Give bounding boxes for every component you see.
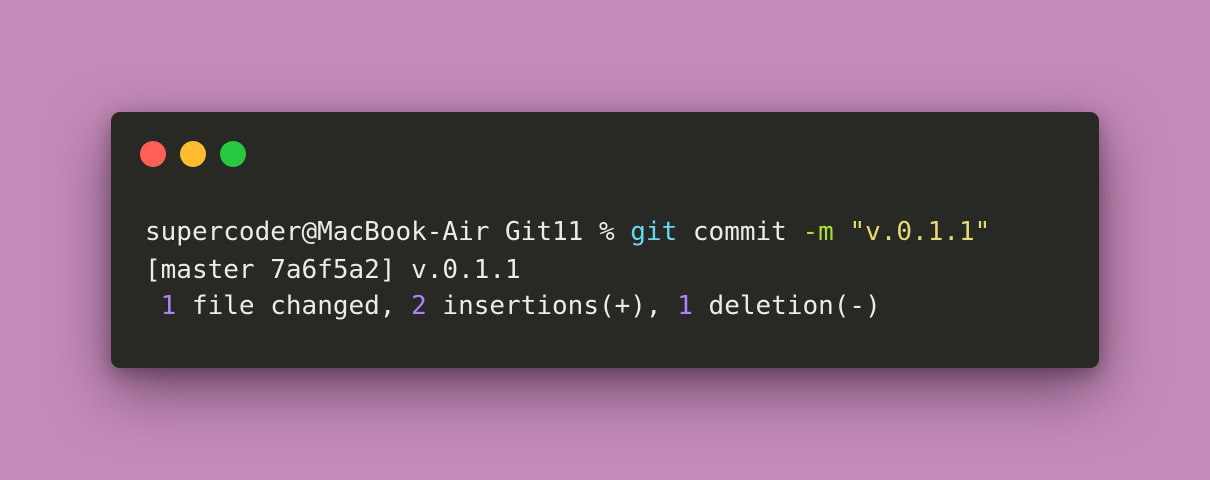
deletions-count: 1 <box>677 291 693 321</box>
insertions-count: 2 <box>411 291 427 321</box>
flag-text: -m <box>802 217 834 247</box>
command-git: git <box>630 217 678 247</box>
close-button[interactable] <box>140 141 166 167</box>
deletions-text: deletion(-) <box>692 291 881 321</box>
output-line-commit: [master 7a6f5a2] v.0.1.1 <box>145 252 521 288</box>
commit-message: "v.0.1.1" <box>849 217 991 247</box>
prompt-text: supercoder@MacBook-Air Git11 % <box>145 217 631 247</box>
files-changed-text: file changed, <box>176 291 412 321</box>
terminal-window: supercoder@MacBook-Air Git11 % git commi… <box>111 112 1099 368</box>
zoom-button[interactable] <box>220 141 246 167</box>
output-line-stats: 1 file changed, 2 insertions(+), 1 delet… <box>145 288 881 324</box>
minimize-button[interactable] <box>180 141 206 167</box>
commit-summary: [master 7a6f5a2] v.0.1.1 <box>145 255 521 285</box>
insertions-text: insertions(+), <box>426 291 678 321</box>
subcommand-text: commit <box>677 217 803 247</box>
files-changed-count: 1 <box>160 291 177 321</box>
terminal-output[interactable]: supercoder@MacBook-Air Git11 % git commi… <box>145 216 990 396</box>
command-line: supercoder@MacBook-Air Git11 % git commi… <box>145 216 990 252</box>
